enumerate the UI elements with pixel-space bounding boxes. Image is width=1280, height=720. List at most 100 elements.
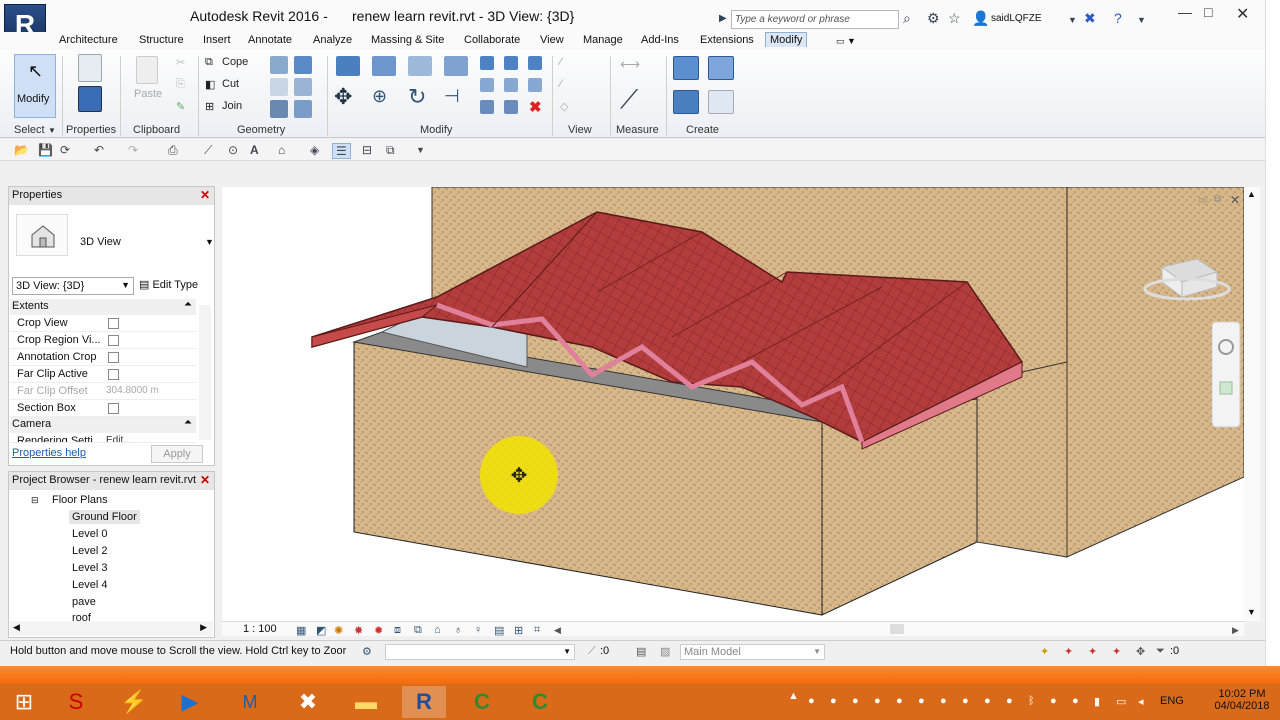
tray-icon[interactable]: ● <box>1050 695 1057 707</box>
text-icon[interactable]: A <box>250 143 259 157</box>
view-restore-icon[interactable]: ⧉ <box>1214 194 1221 205</box>
annotation-crop-checkbox[interactable] <box>108 352 119 363</box>
taskbar-camtasia-icon[interactable]: C <box>460 686 504 718</box>
taskbar-lightning-icon[interactable]: ⚡ <box>112 686 156 718</box>
tab-insert[interactable]: Insert <box>203 34 231 46</box>
browser-horizontal-scrollbar[interactable]: ◀ ▶ <box>10 621 213 636</box>
cut-clipboard-icon[interactable]: ✂ <box>176 56 185 69</box>
close-icon[interactable]: ✕ <box>1236 4 1249 24</box>
language-indicator[interactable]: ENG <box>1160 695 1184 707</box>
binoculars-icon[interactable]: ⌕ <box>903 10 911 27</box>
edit-type-button[interactable]: ▤ Edit Type <box>139 278 198 291</box>
collapse-icon[interactable]: ⏶ <box>184 417 192 428</box>
modify-button[interactable]: ↖ Modify <box>14 54 56 118</box>
tray-icon[interactable]: ● <box>918 695 925 707</box>
tab-architecture[interactable]: Architecture <box>59 34 118 46</box>
tree-item-level-2[interactable]: Level 2 <box>72 545 107 557</box>
properties-close-icon[interactable]: ✕ <box>200 188 210 202</box>
split-element-icon[interactable] <box>480 56 494 70</box>
system-clock[interactable]: 10:02 PM 04/04/2018 <box>1212 688 1272 712</box>
redo-icon[interactable]: ↷ <box>128 143 138 157</box>
open-icon[interactable]: 📂 <box>14 143 29 157</box>
maximize-icon[interactable]: □ <box>1204 4 1212 20</box>
help-icon[interactable]: ? <box>1114 10 1122 26</box>
split-face-icon[interactable] <box>270 56 288 74</box>
select-panel-button[interactable]: Select <box>14 124 45 136</box>
tray-icon[interactable]: ● <box>852 695 859 707</box>
exchange-apps-icon[interactable]: ✖ <box>1084 10 1096 27</box>
navigation-bar[interactable] <box>1212 322 1240 427</box>
reveal-hidden-icon[interactable]: ♀ <box>474 624 482 636</box>
align-icon[interactable] <box>336 56 360 76</box>
3d-view-icon[interactable]: ⌂ <box>278 143 285 157</box>
temp-view-properties-icon[interactable]: ▤ <box>494 624 504 637</box>
view-override-icon[interactable]: ∕ <box>560 56 562 68</box>
select-caret-icon[interactable]: ▼ <box>48 126 56 135</box>
help-caret-icon[interactable]: ▼ <box>1137 15 1146 25</box>
minimize-icon[interactable]: — <box>1178 4 1192 20</box>
worksets-icon[interactable]: ⚙ <box>362 645 372 658</box>
design-options-icon[interactable]: ▤ <box>636 645 646 658</box>
show-crop-icon[interactable]: ⧉ <box>414 624 422 637</box>
view-minimize-icon[interactable]: ▭ <box>1198 195 1207 206</box>
bluetooth-icon[interactable]: ᛒ <box>1028 695 1035 707</box>
shadows-icon[interactable]: ✸ <box>354 624 363 637</box>
trim-extend-icon[interactable]: ⊣ <box>444 86 460 107</box>
paste-button[interactable]: Paste <box>134 88 162 100</box>
reveal-constraints-icon[interactable]: ⌗ <box>534 624 540 637</box>
copy-clipboard-icon[interactable]: ⎘ <box>176 78 185 91</box>
lock-view-icon[interactable]: ⌂ <box>434 624 441 636</box>
create-group-icon[interactable] <box>673 90 699 114</box>
create-assembly-icon[interactable] <box>673 56 699 80</box>
crop-view-checkbox[interactable] <box>108 318 119 329</box>
user-menu-caret-icon[interactable]: ▼ <box>1068 15 1077 25</box>
taskbar-revit-icon[interactable]: R <box>402 686 446 718</box>
properties-icon[interactable] <box>78 86 102 112</box>
cut-geometry-icon[interactable]: ◧ <box>205 78 215 91</box>
linework-icon[interactable]: ∕ <box>560 78 562 90</box>
group-extents[interactable]: Extents ⏶ <box>10 299 196 315</box>
taskbar-media-icon[interactable]: ▶ <box>168 686 212 718</box>
tray-icon[interactable]: ● <box>962 695 969 707</box>
tab-manage[interactable]: Manage <box>583 34 623 46</box>
temp-hide-icon[interactable]: ♁ <box>454 624 462 636</box>
type-selector[interactable]: 3D View ▼ <box>10 209 214 256</box>
array-icon[interactable] <box>480 78 494 92</box>
taskbar-camtasia-recorder-icon[interactable]: C <box>518 686 562 718</box>
remove-paint-icon[interactable] <box>294 78 312 96</box>
section-icon[interactable]: ◈ <box>310 143 319 157</box>
tree-item-level-4[interactable]: Level 4 <box>72 579 107 591</box>
close-hidden-icon[interactable]: ⊟ <box>362 143 372 157</box>
scale-icon[interactable] <box>504 78 518 92</box>
type-selector-caret-icon[interactable]: ▼ <box>205 237 214 247</box>
3d-model-view[interactable]: ✥ <box>222 187 1244 621</box>
volume-icon[interactable]: ◂ <box>1138 695 1144 708</box>
properties-scrollbar[interactable] <box>199 305 211 440</box>
undo-icon[interactable]: ↶ <box>94 143 104 157</box>
dimension-qat-icon[interactable]: ⊙ <box>228 143 238 157</box>
tab-massing-site[interactable]: Massing & Site <box>371 34 444 46</box>
drawing-viewport[interactable]: ✥ ▭ ⧉ ✕ <box>222 187 1244 621</box>
crop-region-visible-checkbox[interactable] <box>108 335 119 346</box>
scroll-left-icon[interactable]: ◀ <box>554 625 561 636</box>
apply-button[interactable]: Apply <box>151 445 203 463</box>
tab-structure[interactable]: Structure <box>139 34 184 46</box>
measure-between-icon[interactable]: ⟷ <box>620 56 640 73</box>
tab-view[interactable]: View <box>540 34 564 46</box>
create-parts-icon[interactable] <box>708 56 734 80</box>
create-similar-icon[interactable] <box>708 90 734 114</box>
unpin-icon[interactable] <box>528 56 542 70</box>
select-links-icon[interactable]: ✦ <box>1040 645 1049 658</box>
sync-icon[interactable]: ⟳ <box>60 143 70 157</box>
instance-filter-dropdown[interactable]: 3D View: {3D} ▼ <box>12 277 134 295</box>
tab-add-ins[interactable]: Add-Ins <box>641 34 679 46</box>
move-icon[interactable]: ✥ <box>334 84 352 110</box>
crop-view-icon[interactable]: ⧈ <box>394 624 401 637</box>
match-type-icon[interactable]: ✎ <box>176 100 185 113</box>
tab-annotate[interactable]: Annotate <box>248 34 292 46</box>
demolish-icon[interactable] <box>270 100 288 118</box>
scroll-right-icon[interactable]: ▶ <box>1232 625 1239 636</box>
trim-multiple-icon[interactable] <box>528 78 542 92</box>
mirror-pick-axis-icon[interactable] <box>408 56 432 76</box>
view-close-icon[interactable]: ✕ <box>1230 193 1240 207</box>
